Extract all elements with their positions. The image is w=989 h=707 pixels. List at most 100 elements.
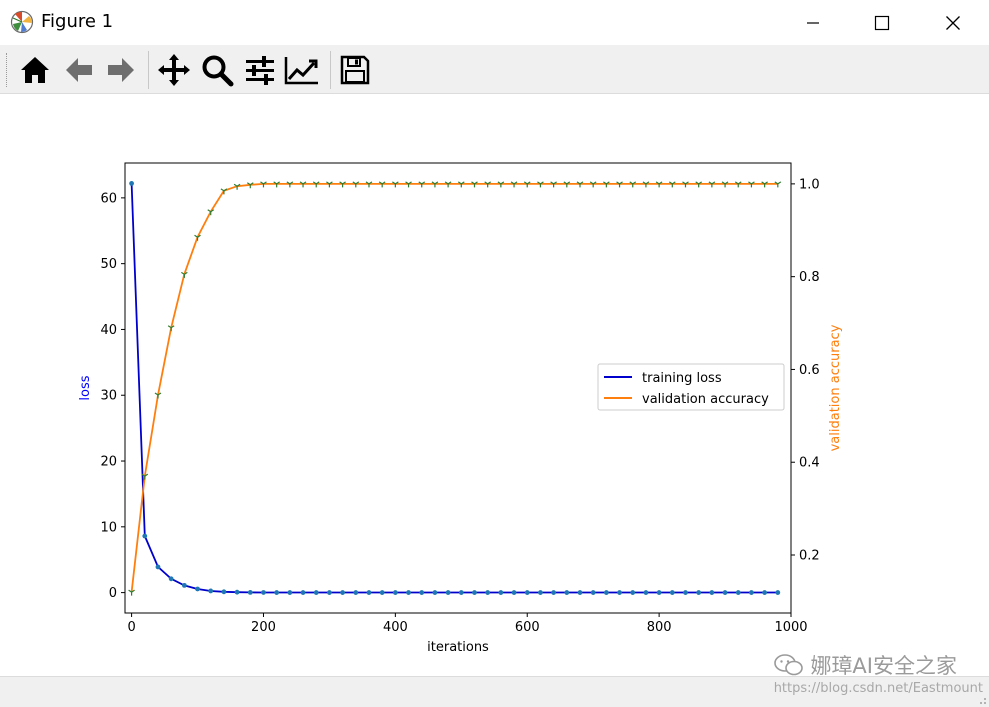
- save-button[interactable]: [337, 53, 373, 87]
- training-loss-point: [524, 590, 530, 595]
- x-tick-label: 0: [127, 620, 135, 635]
- right-tick-label: 1.0: [799, 177, 820, 192]
- matplotlib-logo-icon: [10, 10, 34, 34]
- training-loss-point: [445, 590, 451, 595]
- status-bar: 娜璋AI安全之家 https://blog.csdn.net/Eastmount: [0, 654, 989, 707]
- training-loss-point: [274, 590, 280, 595]
- pan-button[interactable]: [156, 53, 192, 87]
- training-loss-point: [590, 590, 596, 595]
- figure-canvas[interactable]: 0 200 400 600 800 1000 0 10 20 30 40 50 60 0.2 0.4 0.…: [0, 94, 989, 674]
- training-loss-point: [603, 590, 609, 595]
- training-loss-point: [775, 590, 781, 595]
- left-tick-label: 60: [100, 191, 117, 206]
- x-tick-label: 800: [647, 620, 672, 635]
- maximize-icon: [874, 15, 890, 30]
- training-loss-point: [208, 588, 214, 594]
- training-loss-point: [683, 590, 688, 595]
- training-loss-point: [313, 590, 319, 595]
- edit-axis-button[interactable]: [284, 53, 320, 87]
- line-chart[interactable]: 0 200 400 600 800 1000 0102030405060 0.20.40.…: [0, 94, 989, 674]
- left-tick-label: 10: [100, 520, 117, 535]
- right-tick-label: 0.8: [799, 270, 820, 285]
- title-bar: Figure 1: [0, 0, 989, 45]
- left-tick-label: 30: [100, 389, 117, 404]
- home-icon: [21, 57, 49, 83]
- training-loss-point: [656, 590, 662, 595]
- zoom-button[interactable]: [199, 53, 235, 87]
- x-axis-ticks: 0 200 400 600 800 1000: [127, 613, 808, 635]
- close-button[interactable]: [930, 0, 976, 45]
- window-title: Figure 1: [41, 11, 114, 32]
- sliders-icon: [246, 56, 274, 85]
- training-loss-point: [538, 590, 543, 595]
- training-loss-point: [735, 590, 741, 595]
- training-loss-point: [617, 590, 622, 595]
- left-tick-label: 0: [109, 586, 117, 601]
- training-loss-point: [287, 590, 293, 595]
- training-loss-point: [234, 589, 240, 595]
- training-loss-point: [762, 590, 768, 595]
- right-axis-ticks: 0.2 0.4 0.6 0.8 1.0: [791, 177, 820, 564]
- maximize-button[interactable]: [859, 0, 905, 45]
- training-loss-point: [709, 590, 715, 595]
- training-loss-point: [551, 590, 557, 595]
- training-loss-point: [564, 590, 570, 595]
- wechat-icon: [774, 654, 804, 676]
- floppy-disk-icon: [340, 55, 370, 85]
- watermark-url: https://blog.csdn.net/Eastmount: [773, 681, 983, 696]
- training-loss-point: [155, 564, 161, 570]
- training-loss-point: [458, 590, 464, 595]
- wechat-watermark: 娜璋AI安全之家: [774, 650, 957, 680]
- toolbar-grip: [6, 53, 10, 87]
- line-chart-icon: [284, 57, 318, 85]
- home-button[interactable]: [17, 53, 53, 87]
- training-loss-point: [379, 590, 385, 595]
- subplots-button[interactable]: [242, 53, 278, 87]
- training-loss-point: [498, 590, 504, 595]
- training-loss-point: [643, 590, 649, 595]
- right-tick-label: 0.4: [799, 456, 820, 471]
- move-icon: [158, 54, 190, 86]
- training-loss-point: [511, 590, 517, 595]
- toolbar-separator: [148, 51, 149, 89]
- training-loss-point: [630, 590, 636, 595]
- training-loss-point: [485, 590, 491, 595]
- training-loss-point: [195, 586, 200, 592]
- left-tick-label: 40: [100, 323, 117, 338]
- left-tick-label: 50: [100, 257, 117, 272]
- x-axis-label: iterations: [427, 640, 489, 655]
- right-tick-label: 0.6: [799, 363, 820, 378]
- training-loss-point: [577, 590, 583, 595]
- x-tick-label: 1000: [774, 620, 807, 635]
- resize-grip-icon[interactable]: [977, 695, 987, 705]
- minimize-button[interactable]: [790, 0, 836, 45]
- magnifier-icon: [202, 55, 234, 87]
- training-loss-point: [696, 590, 702, 595]
- right-axis-label: validation accuracy: [828, 324, 843, 451]
- training-loss-point: [327, 590, 332, 595]
- close-icon: [946, 15, 960, 30]
- legend-label-validation-accuracy: validation accuracy: [642, 392, 769, 407]
- training-loss-point: [472, 590, 477, 595]
- training-loss-point: [722, 590, 728, 595]
- training-loss-point: [406, 590, 411, 595]
- training-loss-point: [168, 576, 174, 582]
- training-loss-point: [419, 590, 425, 595]
- minimize-icon: [807, 21, 819, 24]
- forward-button[interactable]: [103, 53, 139, 87]
- training-loss-point: [669, 590, 675, 595]
- training-loss-point: [129, 180, 134, 186]
- left-axis-label: loss: [78, 375, 93, 400]
- back-button[interactable]: [61, 53, 97, 87]
- training-loss-point: [221, 589, 227, 595]
- training-loss-point: [261, 590, 266, 595]
- right-tick-label: 0.2: [799, 549, 820, 564]
- training-loss-point: [366, 590, 372, 595]
- chart-legend: training loss validation accuracy: [597, 363, 785, 411]
- toolbar: [0, 45, 989, 94]
- training-loss-point: [392, 590, 398, 595]
- toolbar-separator: [330, 51, 331, 89]
- training-loss-point: [749, 590, 754, 595]
- x-tick-label: 200: [251, 620, 276, 635]
- x-tick-label: 600: [515, 620, 540, 635]
